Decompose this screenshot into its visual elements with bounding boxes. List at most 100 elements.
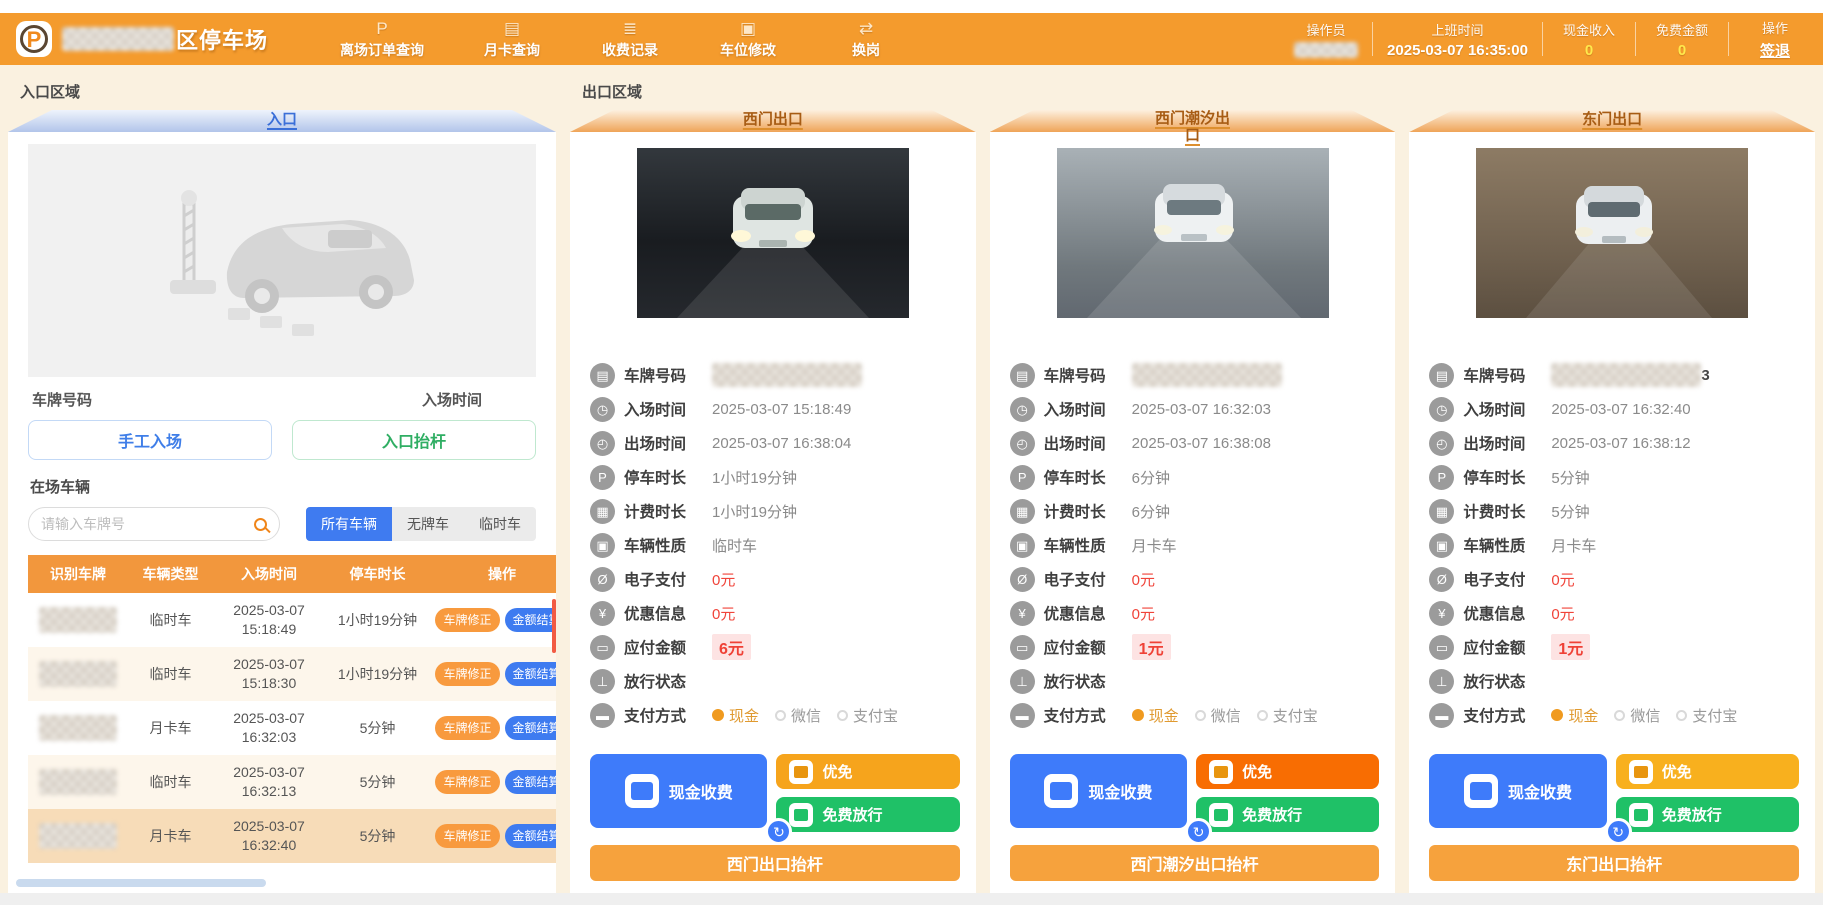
filter-no-plate[interactable]: 无牌车: [392, 507, 464, 541]
plate-search-box: [28, 507, 280, 541]
tab-east-exit[interactable]: 东门出口: [1409, 110, 1815, 130]
pay-option-alipay[interactable]: 支付宝: [1257, 705, 1318, 726]
field-due: ▭ 应付金额 1元: [1010, 630, 1382, 664]
logo-p-icon: P: [20, 25, 48, 53]
vehicle-type: 月卡车: [128, 701, 213, 755]
amount-settle-button[interactable]: 金额结算: [505, 608, 557, 632]
plate-correct-button[interactable]: 车牌修正: [435, 662, 499, 686]
east-exit-lift-button[interactable]: 东门出口抬杆: [1429, 845, 1799, 881]
exit-column-west: 出口区域 西门出口 ▤ 车牌号码: [570, 65, 976, 893]
pay-option-alipay[interactable]: 支付宝: [1676, 705, 1737, 726]
masked-plate: [39, 661, 117, 687]
entrance-column: 入口区域 入口: [8, 65, 556, 893]
horizontal-scrollbar-thumb[interactable]: [16, 879, 266, 887]
field-bill-duration: ▦ 计费时长 6分钟: [1010, 494, 1382, 528]
tab-entrance[interactable]: 入口: [8, 110, 556, 130]
masked-plate-value: [1132, 363, 1282, 387]
field-epay: Ø 电子支付 0元: [1010, 562, 1382, 596]
col-header-plate: 识别车牌: [28, 555, 128, 593]
tab-west-exit[interactable]: 西门出口: [570, 110, 976, 130]
cash-charge-button[interactable]: 现金收费: [590, 754, 767, 828]
filter-temporary[interactable]: 临时车: [464, 507, 536, 541]
field-bill-duration: ▦ 计费时长 5分钟: [1429, 494, 1801, 528]
table-row[interactable]: 月卡车 2025-03-0716:32:03 5分钟 车牌修正金额结算: [28, 701, 556, 755]
plate-correct-button[interactable]: 车牌修正: [435, 716, 499, 740]
field-value: 临时车: [712, 535, 757, 556]
plate-correct-button[interactable]: 车牌修正: [435, 770, 499, 794]
barrier-icon: ⊥: [1010, 669, 1035, 694]
refresh-icon[interactable]: ↻: [765, 818, 792, 845]
manual-entry-button[interactable]: 手工入场: [28, 420, 272, 460]
pay-option-cash[interactable]: 现金: [1132, 705, 1179, 726]
masked-plate: [39, 769, 117, 795]
parking-icon: P: [1010, 465, 1035, 490]
field-label: 停车时长: [1463, 466, 1551, 488]
clock-back-icon: ◴: [1010, 431, 1035, 456]
nav-charge-records[interactable]: ≣ 收费记录: [600, 19, 660, 60]
cash-charge-button[interactable]: 现金收费: [1429, 754, 1606, 828]
entry-time-cell: 2025-03-0715:18:49: [213, 593, 325, 647]
vertical-scrollbar-thumb[interactable]: [552, 599, 556, 653]
field-plate: ▤ 车牌号码: [1010, 358, 1382, 392]
tab-west-tidal-exit[interactable]: 西门潮汐出口: [1151, 110, 1235, 144]
operator-cell: 操作员: [1294, 20, 1358, 58]
refresh-icon[interactable]: ↻: [1605, 818, 1632, 845]
exit-camera-feed: [637, 148, 909, 318]
barrier-icon: ⊥: [590, 669, 615, 694]
search-icon[interactable]: [254, 518, 267, 531]
field-exit-time: ◴ 出场时间 2025-03-07 16:38:12: [1429, 426, 1801, 460]
card-pay-icon: ▭: [1010, 635, 1035, 660]
refresh-icon[interactable]: ↻: [1185, 818, 1212, 845]
table-header-row: 识别车牌 车辆类型 入场时间 停车时长 操作: [28, 555, 556, 593]
nav-shift-change[interactable]: ⇄ 换岗: [836, 19, 896, 60]
amount-settle-button[interactable]: 金额结算: [505, 716, 557, 740]
field-label: 入场时间: [1044, 398, 1132, 420]
plate-search-input[interactable]: [41, 516, 254, 532]
free-release-button[interactable]: 免费放行: [1196, 797, 1379, 832]
plate-correct-button[interactable]: 车牌修正: [435, 608, 499, 632]
amount-settle-button[interactable]: 金额结算: [505, 770, 557, 794]
discount-exempt-button[interactable]: 优免: [1196, 754, 1379, 789]
nav-space-modify[interactable]: ▣ 车位修改: [718, 19, 778, 60]
amount-settle-button[interactable]: 金额结算: [505, 662, 557, 686]
cash-charge-button[interactable]: 现金收费: [1010, 754, 1187, 828]
table-row-selected[interactable]: 月卡车 2025-03-0716:32:40 5分钟 车牌修正金额结算: [28, 809, 556, 863]
west-tidal-exit-lift-button[interactable]: 西门潮汐出口抬杆: [1010, 845, 1380, 881]
pay-option-wechat[interactable]: 微信: [1195, 705, 1241, 726]
free-release-button[interactable]: 免费放行: [776, 797, 959, 832]
field-plate: ▤ 车牌号码: [590, 358, 962, 392]
nav-monthly-card-query[interactable]: ▤ 月卡查询: [482, 19, 542, 60]
pay-option-cash[interactable]: 现金: [1551, 705, 1598, 726]
exit-section-title-spacer: [990, 65, 1396, 110]
cash-icon: [625, 774, 659, 808]
free-release-button[interactable]: 免费放行: [1616, 797, 1799, 832]
app-logo: P: [16, 21, 52, 57]
pay-option-wechat[interactable]: 微信: [1614, 705, 1660, 726]
pay-option-cash[interactable]: 现金: [712, 705, 759, 726]
pay-option-wechat[interactable]: 微信: [775, 705, 821, 726]
signout-link[interactable]: 签退: [1760, 40, 1790, 61]
nav-departed-orders[interactable]: P 离场订单查询: [340, 19, 424, 60]
camera-car-snapshot: [1476, 148, 1748, 318]
table-row[interactable]: 临时车 2025-03-0716:32:13 5分钟 车牌修正金额结算: [28, 755, 556, 809]
people-icon: ⇄: [859, 19, 873, 39]
entrance-lift-button[interactable]: 入口抬杆: [292, 420, 536, 460]
table-row[interactable]: 临时车 2025-03-0715:18:30 1小时19分钟 车牌修正金额结算: [28, 647, 556, 701]
coin-icon: Ø: [590, 567, 615, 592]
table-row[interactable]: 临时车 2025-03-0715:18:49 1小时19分钟 车牌修正金额结算: [28, 593, 556, 647]
west-exit-lift-button[interactable]: 西门出口抬杆: [590, 845, 960, 881]
divider: [1635, 22, 1636, 56]
filter-all-vehicles[interactable]: 所有车辆: [306, 507, 392, 541]
vehicle-type: 临时车: [128, 647, 213, 701]
exit-card-west: ▤ 车牌号码 ◷ 入场时间 2025-03-07 15:18:49 ◴ 出场时间…: [570, 132, 976, 893]
document-icon: ≣: [623, 19, 637, 39]
plate-correct-button[interactable]: 车牌修正: [435, 824, 499, 848]
discount-exempt-button[interactable]: 优免: [1616, 754, 1799, 789]
discount-exempt-button[interactable]: 优免: [776, 754, 959, 789]
operator-name-masked: [1294, 42, 1358, 58]
top-white-strip: [0, 0, 1823, 13]
action-label: 操作: [1762, 18, 1788, 37]
pay-option-alipay[interactable]: 支付宝: [837, 705, 898, 726]
amount-settle-button[interactable]: 金额结算: [505, 824, 557, 848]
shift-time-label: 上班时间: [1432, 20, 1484, 39]
